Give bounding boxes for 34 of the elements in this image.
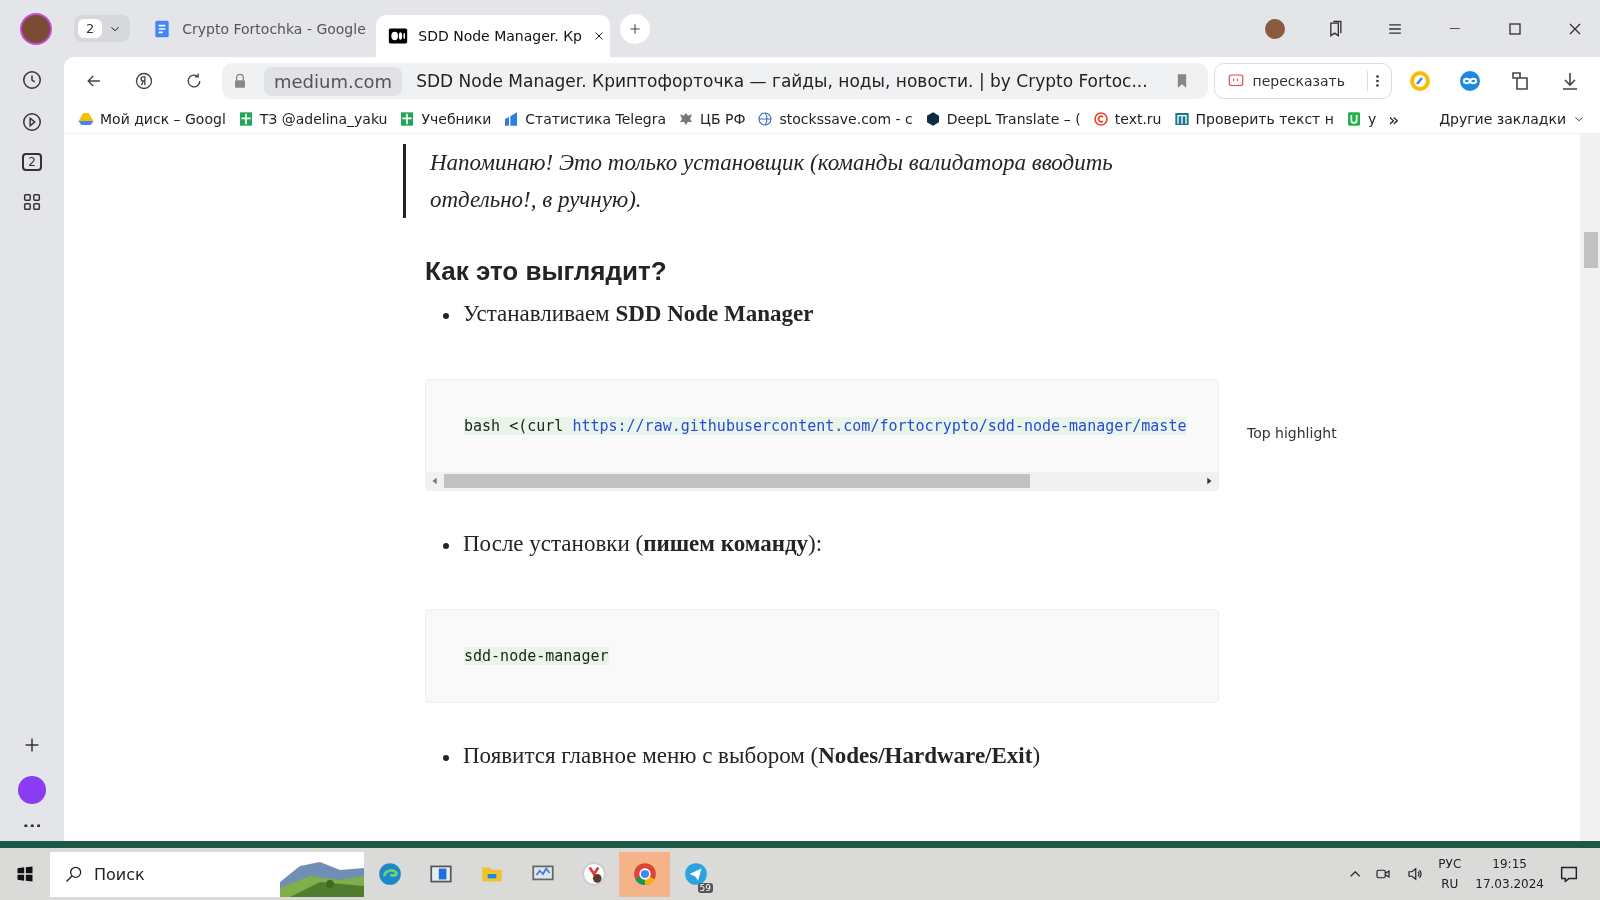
keyboard-region[interactable]: RU (1441, 877, 1459, 892)
bookmark-link[interactable]: DeepL Translate – ( (924, 111, 1081, 127)
clock-time[interactable]: 19:15 (1492, 857, 1527, 872)
bookmark-link[interactable]: Учебники (399, 111, 492, 127)
side-note: Top highlight (1247, 425, 1337, 441)
taskbar-app[interactable]: 59 (670, 851, 721, 897)
bookmark-link[interactable]: y (1345, 111, 1377, 127)
tabs-count[interactable]: 2 (22, 153, 42, 171)
list-item-text: Появится главное меню с выбором (Nodes/Hardware/Exit) (463, 743, 1041, 769)
code-text: bash <(curl (464, 417, 573, 435)
section-heading: Как это выглядит? (425, 256, 668, 287)
bookmark-link[interactable]: Мой диск – Googl (78, 111, 226, 127)
code-link[interactable]: https://raw.githubusercontent.com/fortocrypto/sdd-node-manager/maste (572, 417, 1187, 435)
retell-button[interactable]: пересказать (1213, 63, 1392, 99)
bookmark-link[interactable]: ЦБ РФ (678, 111, 746, 127)
clock-date[interactable]: 17.03.2024 (1475, 877, 1544, 892)
bookmark-link[interactable]: stockssave.com - c (757, 111, 913, 127)
unread-badge: 59 (697, 882, 713, 893)
code-text: sdd-node-manager (464, 647, 609, 665)
search-field[interactable]: Поиск (50, 851, 364, 897)
tab-group-button[interactable]: 2 (74, 15, 131, 42)
other-bookmarks-button[interactable]: Другие закладки (1439, 111, 1586, 127)
more-bookmarks-button[interactable]: » (1388, 108, 1400, 130)
bookmark-link[interactable]: text.ru (1092, 111, 1162, 127)
address-bar[interactable]: medium.com SDD Node Manager. Криптофорточка — гайды, ноды, новости. | by Crypto Fortoc... (222, 63, 1208, 99)
browser-tab[interactable]: SDD Node Manager. Кр (376, 15, 611, 57)
bookmark-link[interactable]: Проверить текст н (1173, 111, 1334, 127)
list-item-text: Устанавливаем SDD Node Manager (463, 301, 814, 327)
browser-tab[interactable]: Crypto Fortochka - Google (140, 10, 367, 47)
bookmark-link[interactable]: Статистика Telegra (503, 111, 667, 127)
bookmark-link[interactable]: ТЗ @adelina_yaku (237, 111, 388, 127)
input-language[interactable]: РУС (1438, 857, 1462, 872)
blockquote-text: Напоминаю! Это только установщик (команды валидатора вводить отдельно!, в ручную). (403, 144, 1219, 218)
list-item-text: После установки (пишем команду): (463, 531, 823, 557)
